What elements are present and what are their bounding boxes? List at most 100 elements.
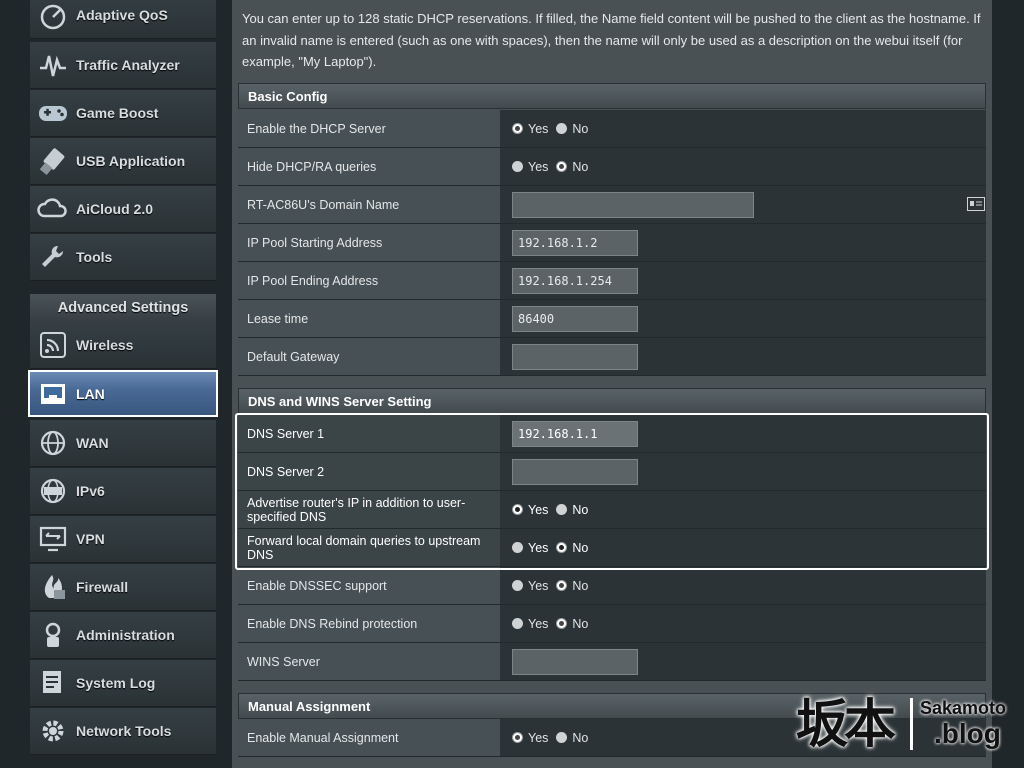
radio-label: No: [572, 730, 589, 745]
radio-dot: [556, 618, 568, 629]
row-wins-server: WINS Server: [238, 643, 986, 681]
lan-icon: [36, 377, 70, 411]
sidebar-item-system-log[interactable]: System Log: [30, 660, 216, 707]
rebind-yes-radio[interactable]: Yes: [512, 617, 548, 631]
row-pool-start: IP Pool Starting Address 192.168.1.2: [238, 224, 986, 262]
sidebar-item-label: Network Tools: [76, 723, 172, 739]
page-description: You can enter up to 128 static DHCP rese…: [242, 11, 981, 69]
advertise-no-radio[interactable]: No: [556, 503, 588, 517]
row-label: Hide DHCP/RA queries: [238, 148, 500, 185]
watermark-brand: Sakamoto: [920, 698, 1007, 718]
row-pool-end: IP Pool Ending Address 192.168.1.254: [238, 262, 986, 300]
sidebar-item-tools[interactable]: Tools: [30, 234, 216, 281]
sidebar-item-label: USB Application: [76, 153, 186, 169]
rebind-no-radio[interactable]: No: [556, 617, 588, 631]
dns-server-1-input[interactable]: 192.168.1.1: [512, 420, 638, 447]
firewall-icon: [36, 570, 70, 604]
radio-dot: [512, 732, 523, 743]
sidebar-item-vpn[interactable]: VPN: [30, 516, 216, 563]
globe-icon: [36, 426, 70, 460]
row-label: Forward local domain queries to upstream…: [238, 529, 500, 566]
forward-yes-radio[interactable]: Yes: [512, 541, 548, 555]
sidebar-item-label: Wireless: [76, 337, 134, 353]
row-label: WINS Server: [238, 643, 500, 680]
sidebar-item-label: Game Boost: [76, 105, 159, 121]
sidebar-item-usb-application[interactable]: USB Application: [30, 138, 216, 185]
sidebar-item-label: VPN: [76, 531, 105, 547]
sidebar-item-traffic-analyzer[interactable]: Traffic Analyzer: [30, 42, 216, 89]
dns-server-2-input[interactable]: [512, 458, 638, 485]
enable-dhcp-yes-radio[interactable]: Yes: [512, 122, 548, 136]
row-label: Enable DNS Rebind protection: [238, 605, 500, 642]
watermark-divider: [910, 698, 913, 750]
wins-server-input[interactable]: [512, 648, 638, 675]
sidebar-item-firewall[interactable]: Firewall: [30, 564, 216, 611]
sidebar-item-network-tools[interactable]: Network Tools: [30, 708, 216, 755]
admin-icon: [36, 618, 70, 652]
wrench-icon: [36, 240, 70, 274]
sidebar-item-label: Firewall: [76, 579, 129, 595]
contact-card-icon[interactable]: [967, 197, 985, 216]
dnssec-yes-radio[interactable]: Yes: [512, 579, 548, 593]
sidebar-item-ipv6[interactable]: IPv6: [30, 468, 216, 515]
row-default-gateway: Default Gateway: [238, 338, 986, 376]
row-label: DNS Server 1: [238, 415, 500, 452]
radio-label: Yes: [528, 540, 549, 555]
radio-label: Yes: [528, 578, 549, 593]
sidebar-item-adaptive-qos[interactable]: Adaptive QoS: [30, 0, 216, 39]
sidebar-item-game-boost[interactable]: Game Boost: [30, 90, 216, 137]
row-forward-local-domain: Forward local domain queries to upstream…: [238, 529, 986, 567]
radio-dot: [512, 504, 523, 515]
row-dnssec: Enable DNSSEC support Yes No: [238, 567, 986, 605]
row-label: RT-AC86U's Domain Name: [238, 186, 500, 223]
row-lease-time: Lease time 86400: [238, 300, 986, 338]
advertise-yes-radio[interactable]: Yes: [512, 503, 548, 517]
radio-dot: [512, 123, 523, 134]
manual-no-radio[interactable]: No: [556, 731, 588, 745]
row-label: Enable Manual Assignment: [238, 719, 500, 756]
sidebar-item-label: WAN: [76, 435, 109, 451]
sidebar-item-wireless[interactable]: Wireless: [30, 322, 216, 369]
manual-yes-radio[interactable]: Yes: [512, 731, 548, 745]
radio-label: No: [572, 502, 589, 517]
lease-time-input[interactable]: 86400: [512, 305, 638, 332]
pool-start-input[interactable]: 192.168.1.2: [512, 229, 638, 256]
radio-label: Yes: [528, 502, 549, 517]
radio-label: No: [572, 540, 589, 555]
row-label: IP Pool Starting Address: [238, 224, 500, 261]
gamepad-icon: [36, 96, 70, 130]
row-label: Default Gateway: [238, 338, 500, 375]
row-label: DNS Server 2: [238, 453, 500, 490]
row-label: Enable the DHCP Server: [238, 110, 500, 147]
enable-dhcp-no-radio[interactable]: No: [556, 122, 588, 136]
radio-label: Yes: [528, 121, 549, 136]
dnssec-no-radio[interactable]: No: [556, 579, 588, 593]
usb-icon: [36, 144, 70, 178]
row-enable-dhcp: Enable the DHCP Server Yes No: [238, 110, 986, 148]
row-hide-dhcp: Hide DHCP/RA queries Yes No: [238, 148, 986, 186]
domain-name-input[interactable]: [512, 191, 754, 218]
radio-label: Yes: [528, 159, 549, 174]
section-basic-config: Basic Config: [238, 83, 986, 109]
sidebar-item-label: AiCloud 2.0: [76, 201, 154, 217]
row-dns-rebind: Enable DNS Rebind protection Yes No: [238, 605, 986, 643]
sidebar-item-wan[interactable]: WAN: [30, 420, 216, 467]
forward-no-radio[interactable]: No: [556, 541, 588, 555]
hide-dhcp-yes-radio[interactable]: Yes: [512, 160, 548, 174]
pool-end-input[interactable]: 192.168.1.254: [512, 267, 638, 294]
sidebar-item-lan[interactable]: LAN: [28, 370, 218, 417]
row-label: Lease time: [238, 300, 500, 337]
sidebar-item-aicloud[interactable]: AiCloud 2.0: [30, 186, 216, 233]
ipv6-icon: [36, 474, 70, 508]
sidebar-item-label: Traffic Analyzer: [76, 57, 180, 73]
radio-dot: [512, 618, 523, 629]
qos-icon: [36, 0, 70, 32]
advanced-settings-header: Advanced Settings: [30, 294, 216, 322]
gear-icon: [36, 714, 70, 748]
default-gateway-input[interactable]: [512, 343, 638, 370]
radio-dot: [512, 161, 523, 172]
hide-dhcp-no-radio[interactable]: No: [556, 160, 588, 174]
section-dns-wins: DNS and WINS Server Setting: [238, 388, 986, 414]
sidebar-item-administration[interactable]: Administration: [30, 612, 216, 659]
traffic-icon: [36, 48, 70, 82]
